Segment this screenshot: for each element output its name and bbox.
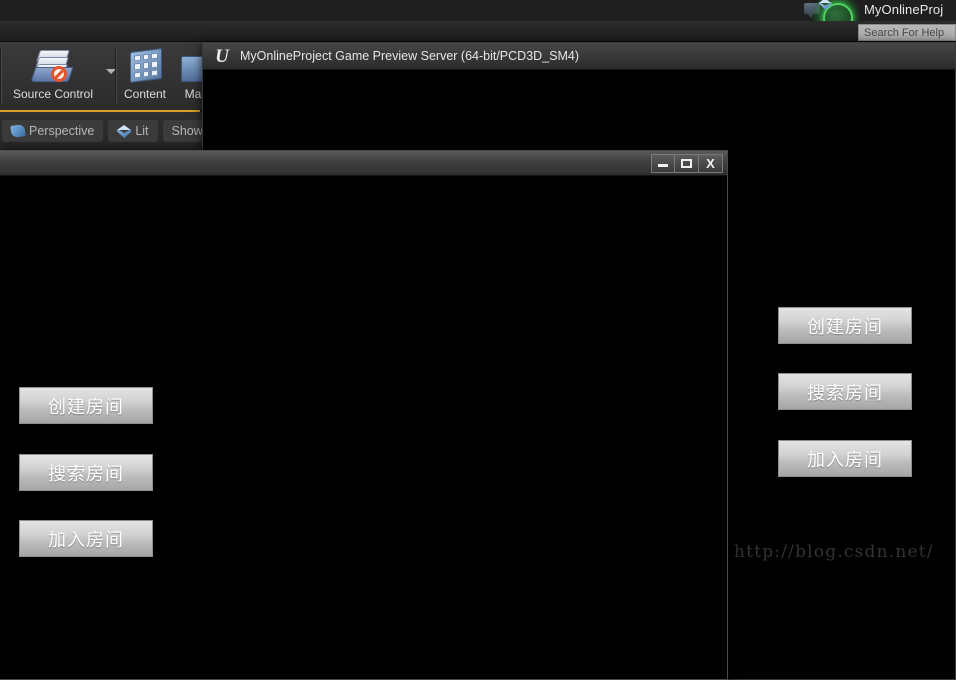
client-game-viewport: 创建房间 搜索房间 加入房间 (0, 176, 727, 679)
minimize-button[interactable] (651, 153, 675, 173)
search-help-input[interactable]: Search For Help (858, 24, 956, 41)
lit-cube-icon (117, 124, 132, 138)
close-icon: X (706, 155, 715, 171)
client-join-room-button[interactable]: 加入房间 (19, 520, 153, 557)
toolbar-group-source-control: Source Control (10, 42, 116, 110)
perspective-icon (10, 124, 26, 138)
server-create-room-label: 创建房间 (807, 316, 883, 338)
client-join-room-label: 加入房间 (48, 529, 124, 551)
server-search-room-button[interactable]: 搜索房间 (778, 373, 912, 410)
server-join-room-button[interactable]: 加入房间 (778, 440, 912, 477)
server-join-room-label: 加入房间 (807, 449, 883, 471)
maximize-button[interactable] (675, 153, 699, 173)
server-window-titlebar[interactable]: U MyOnlineProject Game Preview Server (6… (203, 43, 955, 70)
client-window-titlebar[interactable]: X (0, 151, 727, 176)
toolbar-item-content[interactable]: Content (120, 42, 170, 108)
watermark-text: http://blog.csdn.net/ (734, 542, 934, 562)
client-search-room-button[interactable]: 搜索房间 (19, 454, 153, 491)
editor-titlebar: MyOnlineProj (0, 0, 956, 40)
viewport-button-lit[interactable]: Lit (108, 120, 158, 142)
minimize-icon (658, 164, 668, 167)
viewport-label-show: Show (171, 124, 203, 138)
client-create-room-label: 创建房间 (48, 396, 124, 418)
editor-menu-strip (0, 21, 956, 42)
editor-app-title: MyOnlineProj (864, 2, 944, 17)
server-create-room-button[interactable]: 创建房间 (778, 307, 912, 344)
toolbar-label-source-control: Source Control (12, 87, 94, 101)
search-help-placeholder: Search For Help (864, 26, 945, 39)
toolbar-separator (0, 48, 2, 104)
toolbar-label-content: Content (123, 87, 167, 101)
toolbar-item-source-control[interactable]: Source Control (10, 42, 96, 108)
client-create-room-button[interactable]: 创建房间 (19, 387, 153, 424)
unreal-logo-icon: U (215, 45, 229, 67)
server-search-room-label: 搜索房间 (807, 382, 883, 404)
window-controls: X (651, 153, 723, 173)
game-preview-client-window[interactable]: X 创建房间 搜索房间 加入房间 (0, 150, 728, 680)
source-control-icon (30, 48, 74, 84)
close-button[interactable]: X (699, 153, 723, 173)
cube-glyph-icon (819, 0, 832, 11)
client-search-room-label: 搜索房间 (48, 463, 124, 485)
viewport-button-perspective[interactable]: Perspective (2, 120, 104, 142)
toolbar-separator (115, 48, 117, 104)
viewport-label-lit: Lit (135, 124, 149, 138)
maximize-icon (681, 158, 692, 168)
screen-root: MyOnlineProj Search For Help Source Cont… (0, 0, 956, 680)
content-grid-icon (126, 48, 164, 84)
server-window-title: MyOnlineProject Game Preview Server (64-… (240, 49, 579, 63)
viewport-label-perspective: Perspective (29, 124, 95, 138)
